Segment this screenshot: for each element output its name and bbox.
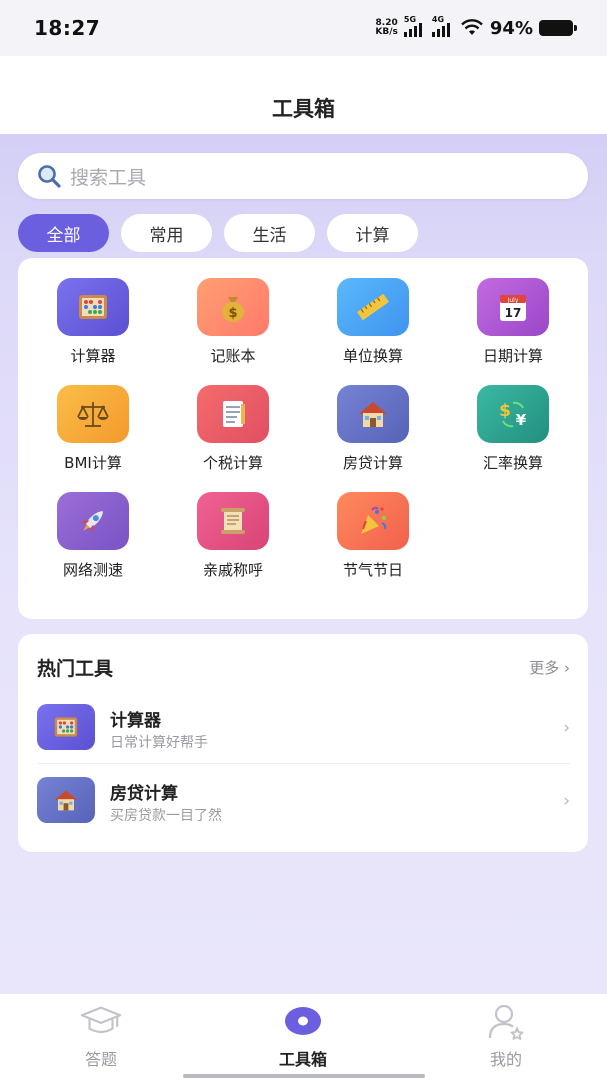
house-icon bbox=[337, 385, 409, 443]
chevron-right-icon: › bbox=[563, 791, 570, 811]
search-bar[interactable]: 搜索工具 bbox=[18, 153, 588, 199]
tab-calc[interactable]: 计算 bbox=[327, 214, 418, 252]
document-icon bbox=[197, 385, 269, 443]
tool-festivals[interactable]: 节气节日 bbox=[303, 492, 443, 592]
divider bbox=[37, 763, 570, 764]
hot-item-calculator[interactable]: 计算器 日常计算好帮手 › bbox=[37, 704, 570, 764]
hot-item-name: 房贷计算 bbox=[110, 784, 178, 804]
battery-percent: 94% bbox=[489, 17, 533, 39]
tool-label: 亲戚称呼 bbox=[202, 561, 263, 579]
svg-text:¥: ¥ bbox=[516, 411, 527, 429]
tool-bmi[interactable]: BMI计算 bbox=[23, 385, 163, 485]
tab-common[interactable]: 常用 bbox=[121, 214, 212, 252]
tool-speedtest[interactable]: 网络测速 bbox=[23, 492, 163, 592]
tool-grid: 计算器 $ 记账本 单位换算 July 17 日期计算 BMI计算 个税计算 房… bbox=[18, 258, 588, 619]
hot-tools-card: 热门工具 更多 › 计算器 日常计算好帮手 › 房贷计算 买房贷款一目了然 › bbox=[18, 634, 588, 852]
net-speed: 8.20 KB/s bbox=[375, 18, 398, 37]
house-icon bbox=[37, 777, 95, 823]
nav-label: 工具箱 bbox=[278, 1050, 327, 1069]
status-bar: 18:27 8.20 KB/s 5G 4G 94% bbox=[0, 0, 607, 56]
search-input[interactable]: 搜索工具 bbox=[70, 163, 146, 190]
abacus-icon bbox=[57, 278, 129, 336]
user-icon bbox=[484, 1002, 528, 1040]
tool-label: 网络测速 bbox=[62, 561, 123, 579]
scale-icon bbox=[57, 385, 129, 443]
battery-icon bbox=[539, 20, 577, 36]
home-indicator[interactable] bbox=[183, 1074, 425, 1078]
tool-ledger[interactable]: $ 记账本 bbox=[163, 278, 303, 378]
tab-life[interactable]: 生活 bbox=[224, 214, 315, 252]
rocket-icon bbox=[57, 492, 129, 550]
nav-item-quiz[interactable]: 答题 bbox=[41, 1002, 161, 1070]
signal-5g-icon: 5G bbox=[403, 15, 426, 37]
party-popper-icon bbox=[337, 492, 409, 550]
toolbox-icon bbox=[281, 1002, 325, 1040]
tool-mortgage[interactable]: 房贷计算 bbox=[303, 385, 443, 485]
wifi-icon bbox=[461, 19, 483, 35]
tool-unit-convert[interactable]: 单位换算 bbox=[303, 278, 443, 378]
tool-tax[interactable]: 个税计算 bbox=[163, 385, 303, 485]
nav-item-mine[interactable]: 我的 bbox=[446, 1002, 566, 1070]
tool-label: BMI计算 bbox=[64, 454, 122, 472]
ruler-icon bbox=[337, 278, 409, 336]
abacus-icon bbox=[37, 704, 95, 750]
tool-date-calc[interactable]: July 17 日期计算 bbox=[443, 278, 583, 378]
hot-item-desc: 日常计算好帮手 bbox=[110, 735, 208, 751]
tool-label: 个税计算 bbox=[202, 454, 263, 472]
svg-text:$: $ bbox=[228, 306, 237, 321]
money-bag-icon: $ bbox=[197, 278, 269, 336]
tool-label: 汇率换算 bbox=[482, 454, 543, 472]
chevron-right-icon: › bbox=[563, 718, 570, 738]
header: 工具箱 bbox=[0, 56, 607, 134]
tab-all[interactable]: 全部 bbox=[18, 214, 109, 252]
status-indicators: 8.20 KB/s 5G 4G 94% bbox=[375, 15, 577, 39]
status-time: 18:27 bbox=[34, 16, 101, 40]
more-link[interactable]: 更多 › bbox=[529, 657, 570, 678]
currency-exchange-icon: $ ¥ bbox=[477, 385, 549, 443]
nav-label: 答题 bbox=[84, 1050, 117, 1069]
signal-4g-icon: 4G bbox=[431, 15, 454, 37]
calendar-icon: July 17 bbox=[477, 278, 549, 336]
scroll-icon bbox=[197, 492, 269, 550]
bottom-nav: 答题 工具箱 我的 bbox=[0, 993, 607, 1080]
hot-tools-title: 热门工具 bbox=[37, 658, 114, 680]
svg-text:July: July bbox=[507, 297, 519, 304]
page-title: 工具箱 bbox=[272, 97, 335, 121]
svg-text:$: $ bbox=[499, 401, 511, 421]
tool-label: 节气节日 bbox=[342, 561, 403, 579]
tool-label: 计算器 bbox=[70, 347, 116, 365]
tool-label: 单位换算 bbox=[342, 347, 403, 365]
search-icon bbox=[38, 165, 61, 188]
graduation-cap-icon bbox=[79, 1002, 123, 1040]
svg-text:17: 17 bbox=[505, 306, 522, 320]
tool-calculator[interactable]: 计算器 bbox=[23, 278, 163, 378]
tool-label: 房贷计算 bbox=[342, 454, 403, 472]
category-tabs: 全部 常用 生活 计算 bbox=[18, 214, 418, 252]
tool-label: 记账本 bbox=[210, 347, 256, 365]
hot-item-desc: 买房贷款一目了然 bbox=[110, 808, 222, 824]
nav-item-toolbox[interactable]: 工具箱 bbox=[243, 1002, 363, 1070]
hot-item-mortgage[interactable]: 房贷计算 买房贷款一目了然 › bbox=[37, 777, 570, 837]
tool-relatives[interactable]: 亲戚称呼 bbox=[163, 492, 303, 592]
nav-label: 我的 bbox=[489, 1050, 522, 1069]
tool-label: 日期计算 bbox=[482, 347, 543, 365]
tool-exchange[interactable]: $ ¥ 汇率换算 bbox=[443, 385, 583, 485]
hot-item-name: 计算器 bbox=[110, 711, 161, 731]
